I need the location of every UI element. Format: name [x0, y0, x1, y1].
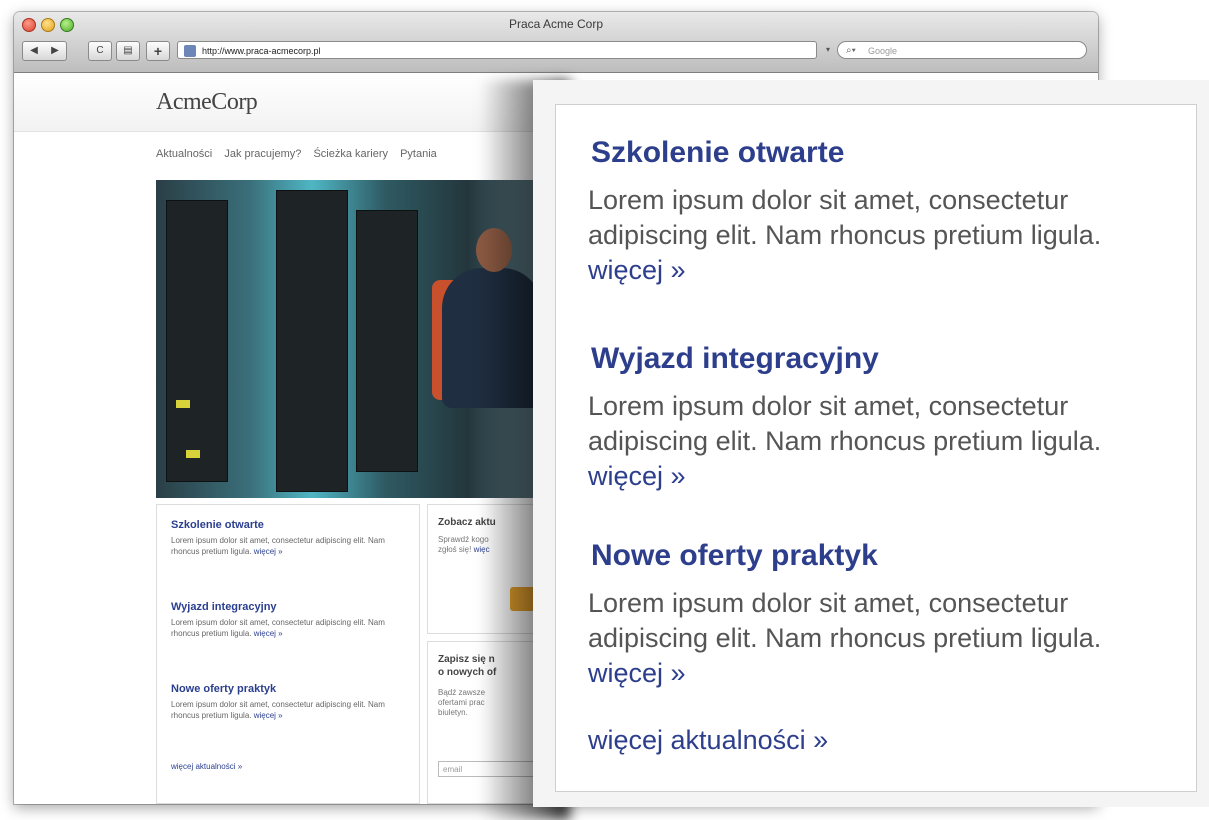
news-text: Lorem ipsum dolor sit amet, consectetur …: [171, 618, 385, 638]
zoomed-news-card: Szkolenie otwarte Lorem ipsum dolor sit …: [555, 104, 1197, 792]
nav-item[interactable]: Ścieżka kariery: [313, 148, 388, 160]
news-text: Lorem ipsum dolor sit amet, consectetur …: [588, 588, 1102, 688]
news-title[interactable]: Szkolenie otwarte: [171, 519, 264, 531]
address-url: http://www.praca-acmecorp.pl: [202, 46, 321, 56]
news-panel-small: Szkolenie otwarte Lorem ipsum dolor sit …: [156, 504, 420, 804]
search-icon: ⌕▾: [846, 45, 856, 56]
news-title[interactable]: Szkolenie otwarte: [591, 136, 844, 170]
more-link[interactable]: więcej »: [588, 255, 686, 285]
all-news-link[interactable]: więcej aktualności »: [588, 725, 828, 756]
more-link[interactable]: więcej »: [254, 711, 283, 720]
news-text: Lorem ipsum dolor sit amet, consectetur …: [588, 185, 1102, 285]
more-link[interactable]: więcej »: [588, 658, 686, 688]
rack-label: [186, 450, 200, 458]
rss-button[interactable]: ▤: [116, 41, 140, 61]
server-rack: [166, 200, 228, 482]
plus-icon: +: [153, 43, 163, 59]
search-placeholder: Google: [868, 46, 898, 56]
more-link[interactable]: więcej »: [588, 461, 686, 491]
news-title[interactable]: Nowe oferty praktyk: [171, 683, 276, 695]
search-field[interactable]: ⌕▾ Google: [837, 41, 1087, 59]
news-text: Lorem ipsum dolor sit amet, consectetur …: [171, 700, 385, 720]
all-news-link[interactable]: więcej aktualności »: [171, 762, 242, 771]
newsletter-text: biuletyn.: [438, 708, 468, 717]
server-rack: [276, 190, 348, 492]
window-title: Praca Acme Corp: [508, 17, 604, 31]
browser-titlebar: Praca Acme Corp ◀ ▶ C ▤ + http://www.pra…: [14, 12, 1098, 73]
more-link[interactable]: więcej »: [254, 547, 283, 556]
news-title[interactable]: Wyjazd integracyjny: [591, 342, 879, 376]
back-arrow-icon: ◀: [30, 45, 38, 56]
back-button[interactable]: ◀: [22, 41, 46, 61]
nav-item[interactable]: Jak pracujemy?: [224, 148, 301, 160]
site-nav: Aktualności Jak pracujemy? Ścieżka karie…: [156, 148, 446, 160]
forward-arrow-icon: ▶: [51, 45, 59, 56]
reload-button[interactable]: C: [88, 41, 112, 61]
nav-item[interactable]: Aktualności: [156, 148, 212, 160]
newsletter-text: ofertami prac: [438, 698, 485, 707]
news-text: Lorem ipsum dolor sit amet, consectetur …: [171, 536, 385, 556]
address-dropdown-icon[interactable]: ▾: [826, 45, 830, 54]
newsletter-text: Bądź zawsze: [438, 688, 486, 697]
address-bar[interactable]: http://www.praca-acmecorp.pl: [177, 41, 817, 59]
server-rack: [356, 210, 418, 472]
zoomed-news-panel: Szkolenie otwarte Lorem ipsum dolor sit …: [533, 80, 1209, 807]
rss-icon: ▤: [123, 45, 133, 56]
nav-item[interactable]: Pytania: [400, 148, 437, 160]
news-title[interactable]: Wyjazd integracyjny: [171, 601, 277, 613]
rack-label: [176, 400, 190, 408]
reload-icon: C: [96, 45, 104, 56]
site-logo[interactable]: AcmeCorp: [156, 89, 258, 116]
add-bookmark-button[interactable]: +: [146, 41, 170, 61]
news-title[interactable]: Nowe oferty praktyk: [591, 539, 878, 573]
favicon-icon: [184, 45, 196, 57]
more-link[interactable]: więcej »: [254, 629, 283, 638]
forward-button[interactable]: ▶: [44, 41, 67, 61]
news-text: Lorem ipsum dolor sit amet, consectetur …: [588, 391, 1102, 491]
